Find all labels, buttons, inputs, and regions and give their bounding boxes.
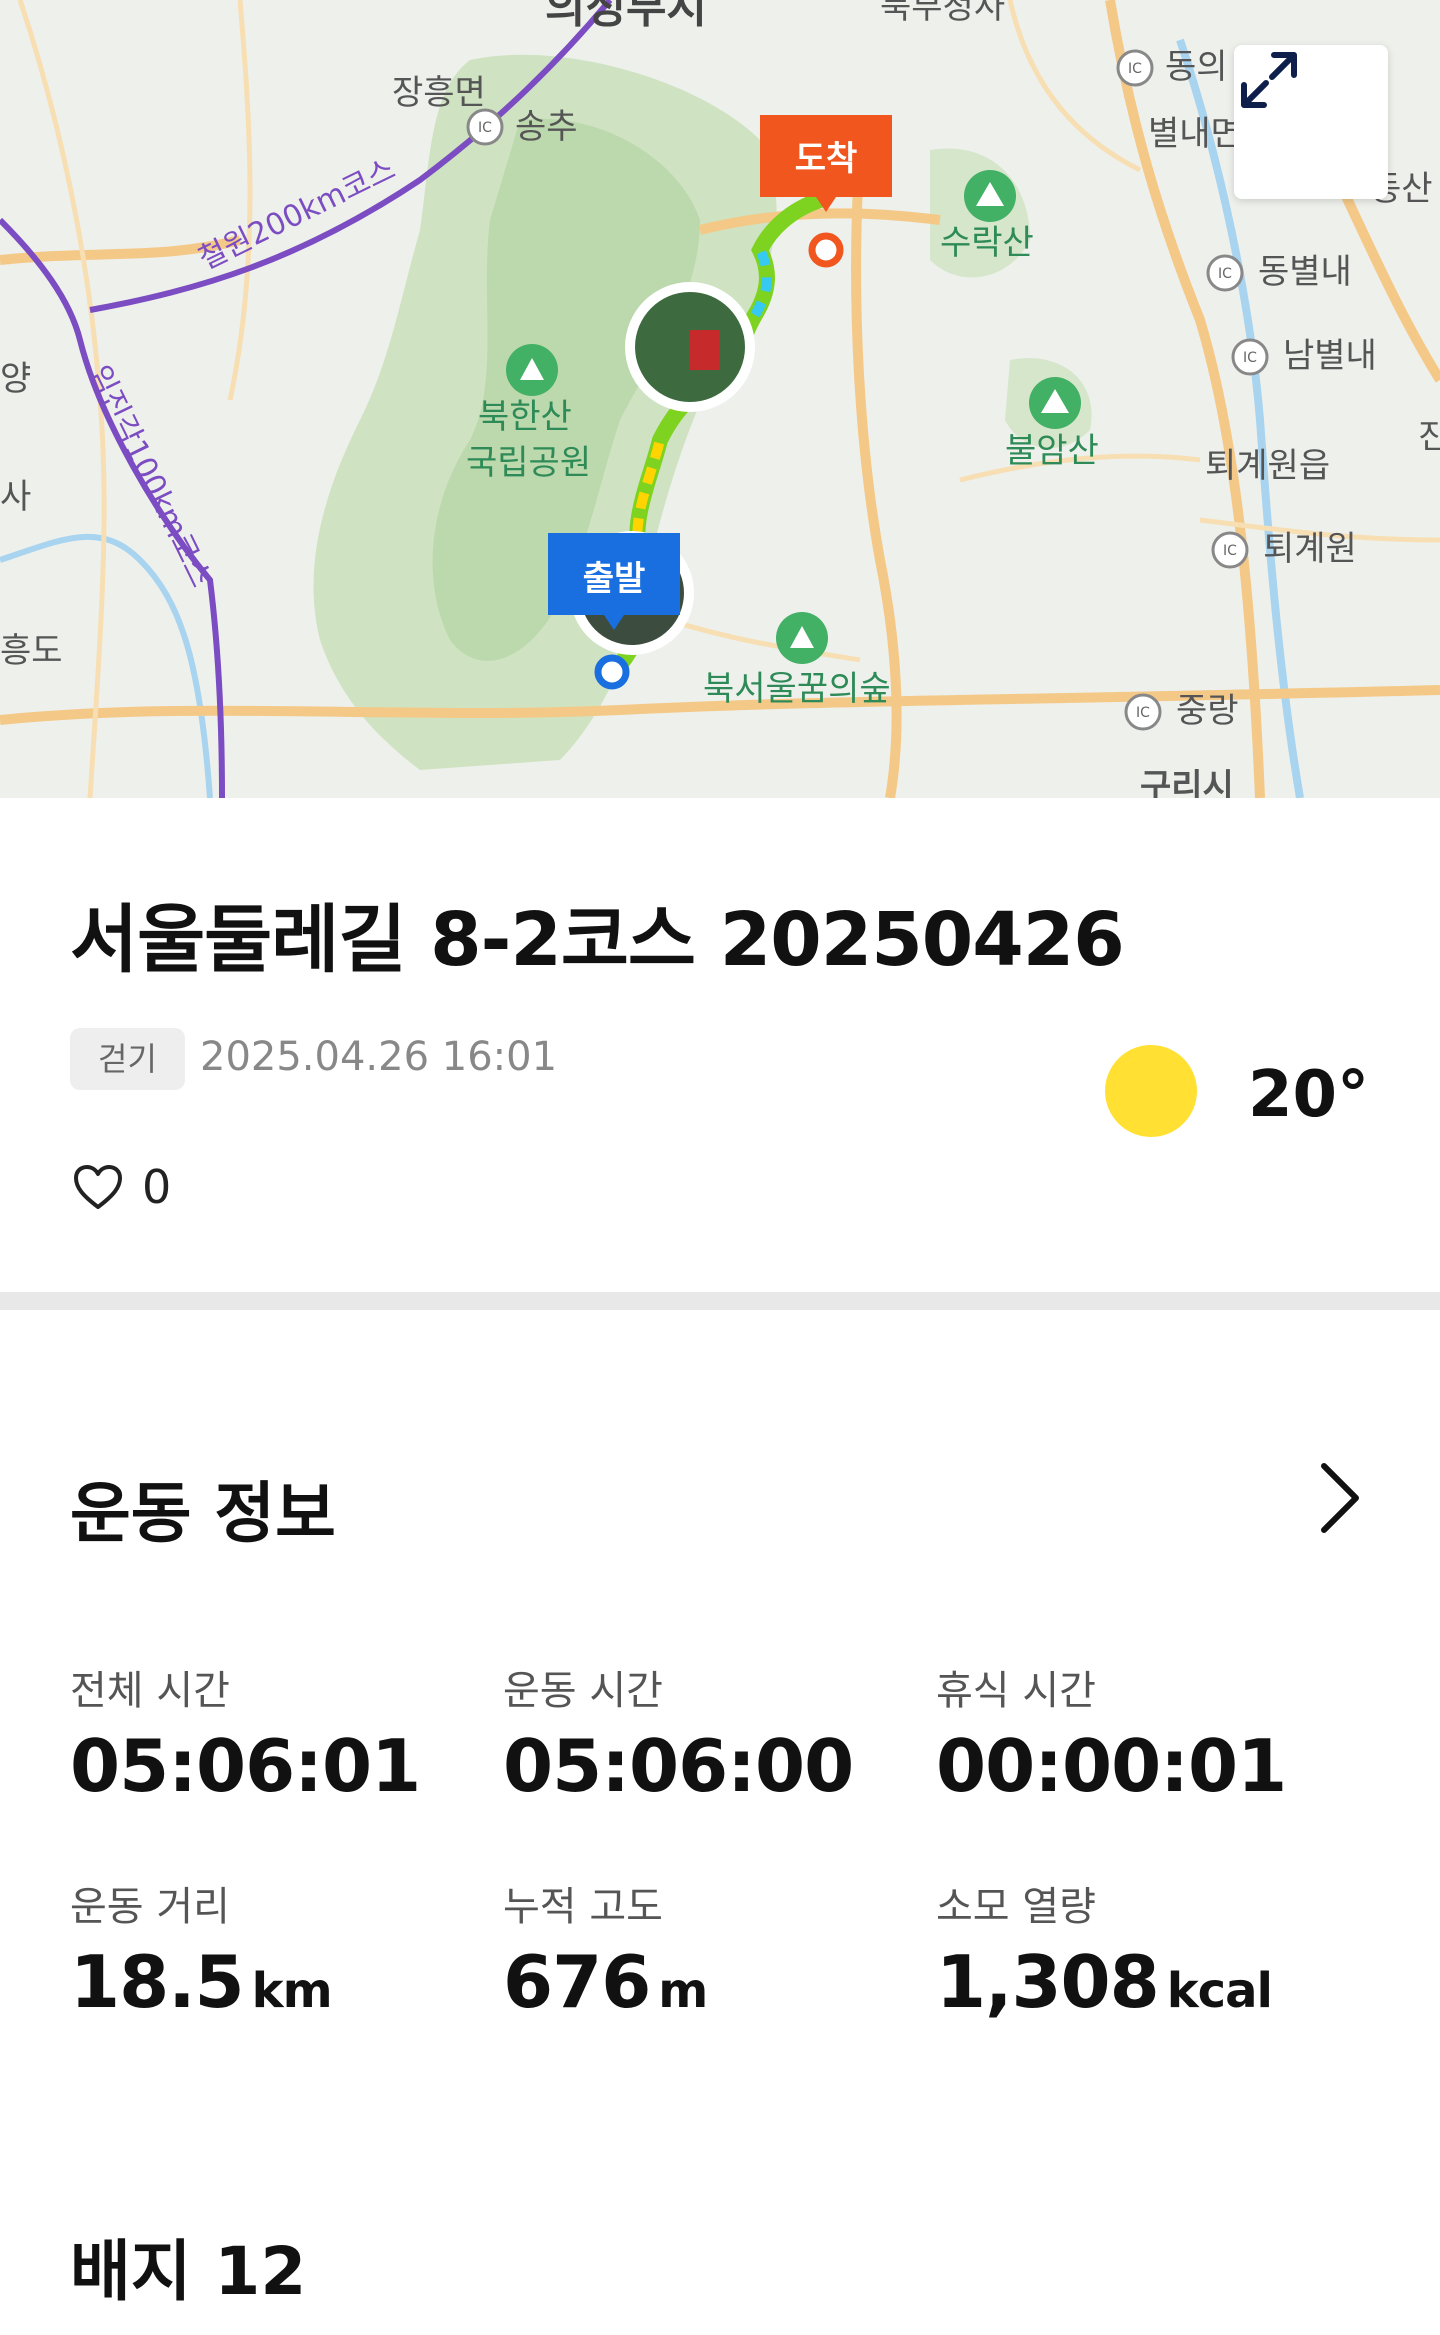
- expand-icon: [1241, 52, 1297, 108]
- stat-value: 05:06:01: [70, 1724, 421, 1808]
- map-label-byeolnae: 별내면: [1148, 114, 1242, 154]
- map-label-bukhansan: 북한산: [478, 397, 572, 437]
- activity-datetime: 2025.04.26 16:01: [200, 1034, 558, 1080]
- stat-total-time: 전체 시간 05:06:01: [70, 1658, 490, 1808]
- start-label: 출발: [583, 559, 646, 599]
- map-label-uijeongbu: 의정부시: [545, 0, 707, 33]
- map-canvas[interactable]: 출발 도착 IC IC IC IC IC IC 의정부시 장흥면 송추 북부청사…: [0, 0, 1440, 798]
- stat-value: 18.5: [70, 1940, 245, 2024]
- activity-type-badge: 걷기: [70, 1028, 185, 1090]
- stat-calories: 소모 열량 1,308 kcal: [936, 1874, 1356, 2024]
- stat-unit: kcal: [1166, 1963, 1273, 2019]
- stat-exercise-time: 운동 시간 05:06:00: [503, 1658, 923, 1808]
- map-label-sa: 사: [0, 477, 31, 517]
- map-label-dongui: 동의: [1165, 47, 1228, 87]
- exercise-info-title: 운동 정보: [70, 1475, 336, 1552]
- mountain-icon-suraksan: [964, 170, 1016, 222]
- stat-value: 676: [503, 1940, 651, 2024]
- svg-text:IC: IC: [1128, 61, 1142, 77]
- heart-icon: [74, 1165, 122, 1209]
- map-label-jin: 진: [1418, 417, 1440, 457]
- expand-map-button[interactable]: [1234, 45, 1388, 199]
- map-label-bukbu: 북부청사: [880, 0, 1005, 27]
- forest-icon-bukseoul: [776, 612, 828, 664]
- stat-label: 휴식 시간: [936, 1668, 1096, 1714]
- map-label-yang: 양: [0, 359, 31, 399]
- map-label-dongbyeolnae: 동별내: [1258, 252, 1352, 292]
- svg-text:IC: IC: [1243, 350, 1257, 366]
- stat-label: 소모 열량: [936, 1884, 1096, 1930]
- section-divider: [0, 1292, 1440, 1310]
- map-label-janghung: 장흥면: [392, 73, 486, 113]
- stat-value: 05:06:00: [503, 1724, 854, 1808]
- map-label-nambyeolnae: 남별내: [1283, 336, 1377, 376]
- map-label-guri: 구리시: [1140, 767, 1234, 798]
- stat-unit: m: [658, 1963, 708, 2019]
- map-label-songchu: 송추: [515, 107, 578, 147]
- stat-unit: km: [251, 1963, 333, 2019]
- start-point: [594, 654, 630, 690]
- map-label-toegyewon: 퇴계원: [1263, 529, 1357, 569]
- stat-value: 1,308: [936, 1940, 1160, 2024]
- like-count: 0: [142, 1160, 172, 1214]
- end-label: 도착: [795, 139, 858, 179]
- svg-text:IC: IC: [1136, 705, 1150, 721]
- map-label-national-park: 국립공원: [466, 443, 591, 483]
- svg-text:IC: IC: [478, 120, 492, 136]
- svg-text:IC: IC: [1223, 543, 1237, 559]
- mountain-icon-bukhansan: [506, 344, 558, 396]
- stat-rest-time: 휴식 시간 00:00:01: [936, 1658, 1356, 1808]
- map-label-toegyewon-eup: 퇴계원읍: [1205, 446, 1330, 486]
- end-point: [808, 232, 844, 268]
- temperature: 20°: [1248, 1058, 1370, 1132]
- stat-value: 00:00:01: [936, 1724, 1287, 1808]
- map-label-suraksan: 수락산: [940, 223, 1034, 263]
- chevron-right-icon[interactable]: [1300, 1458, 1380, 1538]
- mountain-icon-bulamsan: [1029, 377, 1081, 429]
- like-button[interactable]: 0: [72, 1160, 171, 1214]
- map-label-bulamsan: 불암산: [1005, 431, 1099, 471]
- map-label-bukseoul-forest: 북서울꿈의숲: [703, 669, 891, 709]
- svg-text:IC: IC: [1218, 266, 1232, 282]
- activity-title: 서울둘레길 8-2코스 20250426: [70, 897, 1125, 983]
- sun-icon: [1105, 1045, 1197, 1137]
- stat-label: 누적 고도: [503, 1884, 663, 1930]
- badges-title[interactable]: 배지 12: [70, 2218, 306, 2314]
- stat-label: 전체 시간: [70, 1668, 230, 1714]
- stat-elevation: 누적 고도 676 m: [503, 1874, 923, 2024]
- stat-label: 운동 시간: [503, 1668, 663, 1714]
- route-map[interactable]: 출발 도착 IC IC IC IC IC IC 의정부시 장흥면 송추 북부청사…: [0, 0, 1440, 798]
- map-label-jungrang: 중랑: [1176, 691, 1239, 731]
- photo-thumb-detail: [690, 330, 720, 370]
- stat-distance: 운동 거리 18.5 km: [70, 1874, 490, 2024]
- stat-label: 운동 거리: [70, 1884, 230, 1930]
- map-label-heungdo: 흥도: [0, 631, 63, 671]
